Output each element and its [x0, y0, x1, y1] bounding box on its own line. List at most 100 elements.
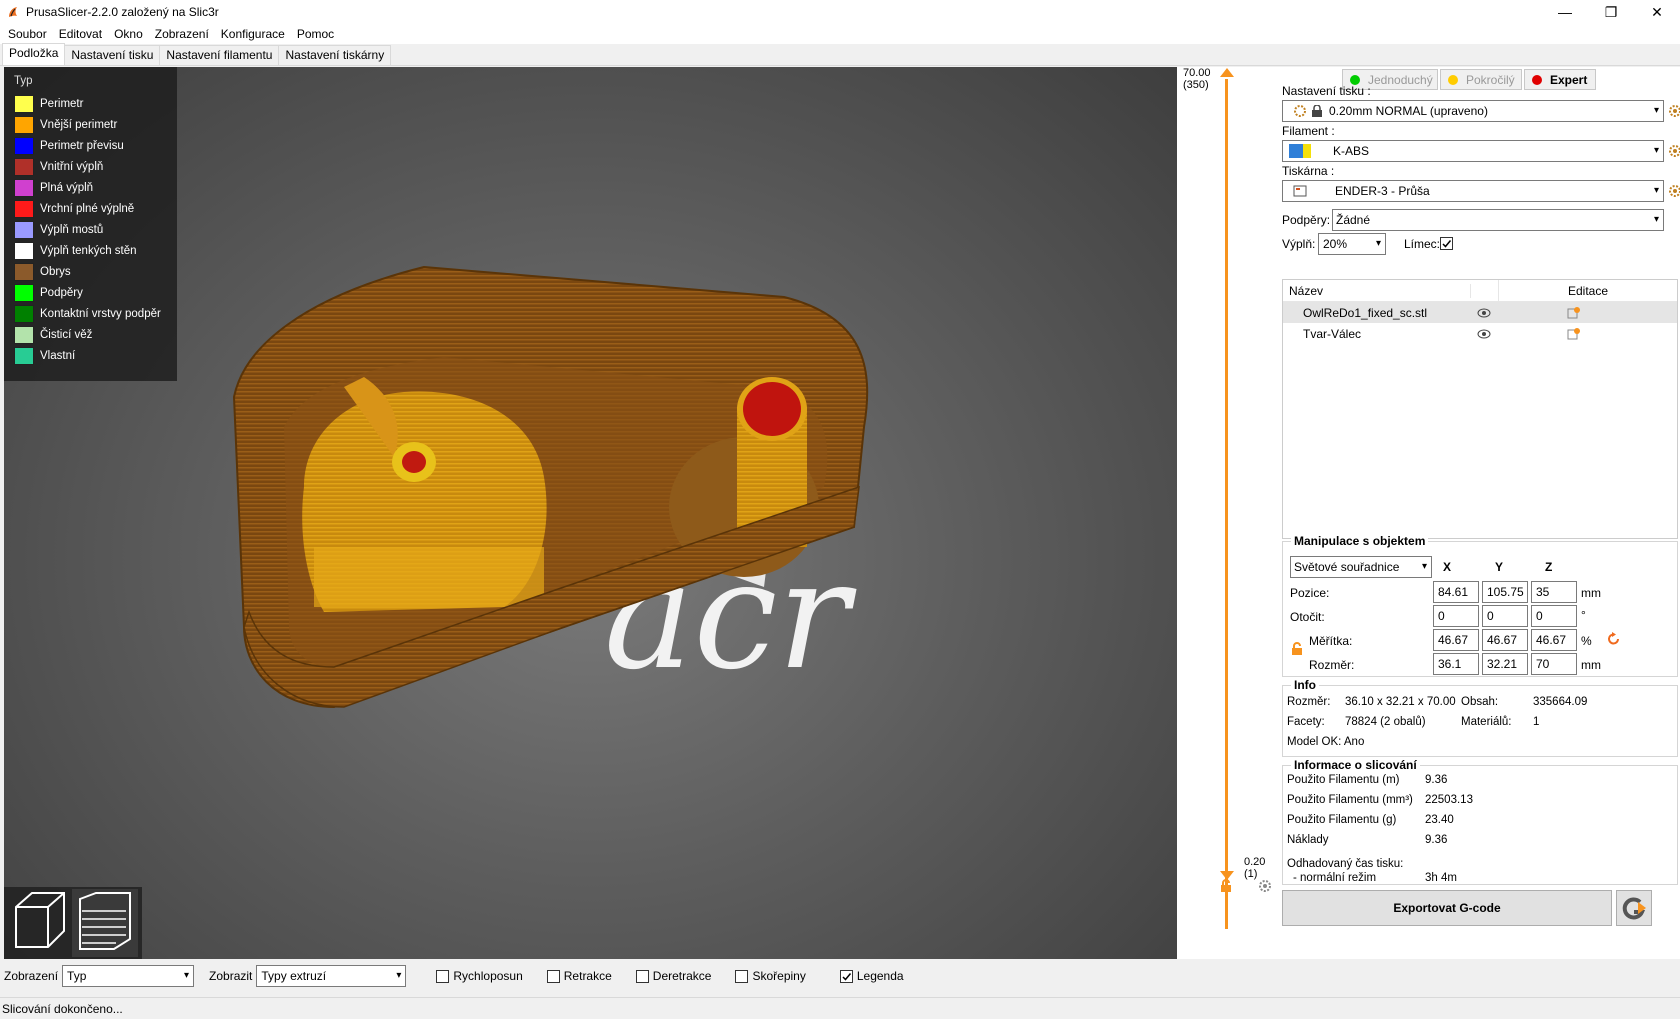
checkbox-rychloposun[interactable]: Rychloposun — [436, 969, 523, 983]
minimize-button[interactable]: — — [1542, 0, 1588, 24]
checkbox-box[interactable] — [436, 969, 450, 983]
object-row[interactable]: Tvar-Válec — [1283, 323, 1677, 344]
position-x-field[interactable]: 84.61 — [1433, 581, 1479, 603]
mode-expert-button[interactable]: Expert — [1524, 69, 1596, 90]
edit-object-icon[interactable] — [1567, 327, 1581, 341]
legend-label: Kontaktní vrstvy podpěr — [40, 307, 161, 320]
brim-checkbox[interactable] — [1440, 237, 1453, 250]
checkbox-deretrakce[interactable]: Deretrakce — [635, 969, 711, 983]
view-type-value: Typ — [67, 969, 87, 983]
infill-label: Výplň: — [1282, 237, 1316, 251]
info-title: Info — [1291, 678, 1319, 692]
scale-z-field[interactable]: 46.67 — [1531, 629, 1577, 651]
3d-view-icon[interactable] — [15, 892, 65, 948]
infill-value: 20% — [1323, 237, 1348, 251]
checkbox-legenda[interactable]: Legenda — [839, 969, 904, 983]
printer-value: ENDER-3 - Průša — [1335, 184, 1430, 198]
size-y-field[interactable]: 32.21 — [1482, 653, 1528, 675]
legend-label: Vnitřní výplň — [40, 160, 104, 173]
column-edit[interactable]: Editace — [1499, 284, 1677, 298]
print-settings-combo[interactable]: 0.20mm NORMAL (upraveno) ▾ — [1282, 100, 1664, 122]
size-label: Rozměr: — [1309, 658, 1355, 672]
slicing-info-group: Informace o slicování Použito Filamentu … — [1282, 758, 1678, 885]
tab-print-settings[interactable]: Nastavení tisku — [64, 45, 161, 65]
size-x-field[interactable]: 36.1 — [1433, 653, 1479, 675]
show-combo[interactable]: Typy extruzí ▾ — [256, 965, 407, 987]
legend-swatch — [14, 304, 34, 323]
size-z-field[interactable]: 70 — [1531, 653, 1577, 675]
send-gcode-button[interactable] — [1616, 890, 1652, 926]
checkbox-skořepiny[interactable]: Skořepiny — [735, 969, 806, 983]
checkbox-retrakce[interactable]: Retrakce — [546, 969, 612, 983]
checkbox-label: Retrakce — [563, 969, 612, 983]
object-list: Název Editace OwlReDo1_fixed_sc.stl Tvar… — [1282, 279, 1678, 539]
object-name: OwlReDo1_fixed_sc.stl — [1303, 305, 1428, 320]
legend-swatch — [14, 220, 34, 239]
mode-simple-label: Jednoduchý — [1368, 72, 1433, 87]
scale-lock-icon[interactable] — [1290, 642, 1304, 656]
menu-konfigurace[interactable]: Konfigurace — [215, 27, 291, 41]
print-settings-edit-gear-icon[interactable] — [1668, 104, 1680, 118]
scale-x-field[interactable]: 46.67 — [1433, 629, 1479, 651]
eye-icon[interactable] — [1477, 308, 1491, 318]
info-group: Info Rozměr: 36.10 x 32.21 x 70.00 Obsah… — [1282, 678, 1678, 757]
filament-combo[interactable]: K-ABS ▾ — [1282, 140, 1664, 162]
mode-advanced-button[interactable]: Pokročilý — [1440, 69, 1522, 90]
export-gcode-button[interactable]: Exportovat G-code — [1282, 890, 1612, 926]
column-name[interactable]: Název — [1283, 283, 1471, 298]
eye-icon[interactable] — [1477, 329, 1491, 339]
tab-podlozka[interactable]: Podložka — [2, 43, 66, 65]
edit-object-icon[interactable] — [1567, 306, 1581, 320]
view-type-label: Zobrazení — [4, 969, 59, 983]
position-z-field[interactable]: 35 — [1531, 581, 1577, 603]
slider-top-value: 70.00 — [1183, 67, 1211, 79]
object-row[interactable]: OwlReDo1_fixed_sc.stl — [1283, 302, 1677, 323]
coordinate-system-combo[interactable]: Světové souřadnice ▾ — [1290, 556, 1432, 578]
legend-item: Vnitřní výplň — [14, 156, 167, 177]
legend-item: Výplň tenkých stěn — [14, 240, 167, 261]
slicing-mode-label: - normální režim — [1293, 872, 1377, 884]
menu-soubor[interactable]: Soubor — [2, 27, 53, 41]
view-type-combo[interactable]: Typ ▾ — [62, 965, 195, 987]
legend-label: Perimetr — [40, 97, 84, 110]
slider-lock-icon[interactable] — [1219, 879, 1233, 893]
mode-advanced-label: Pokročilý — [1466, 72, 1515, 87]
slider-top-thumb-icon[interactable] — [1219, 67, 1235, 81]
size-unit: mm — [1581, 658, 1601, 672]
printer-combo[interactable]: ENDER-3 - Průša ▾ — [1282, 180, 1664, 202]
maximize-button[interactable]: ❐ — [1588, 0, 1634, 24]
checkbox-box[interactable] — [735, 969, 749, 983]
close-button[interactable]: ✕ — [1634, 0, 1680, 24]
rotation-z-field[interactable]: 0 — [1531, 605, 1577, 627]
tab-printer-settings[interactable]: Nastavení tiskárny — [278, 45, 392, 65]
menu-editovat[interactable]: Editovat — [53, 27, 108, 41]
reset-scale-icon[interactable] — [1607, 632, 1621, 646]
menu-pomoc[interactable]: Pomoc — [291, 27, 340, 41]
position-y-field[interactable]: 105.75 — [1482, 581, 1528, 603]
slider-settings-gear-icon[interactable] — [1258, 879, 1272, 893]
checkbox-box[interactable] — [635, 969, 649, 983]
3d-preview-canvas[interactable]: acr Typ Perimetr Vnější perimetr Perimetr … — [4, 67, 1177, 959]
menu-okno[interactable]: Okno — [108, 27, 149, 41]
info-facets-value: 78824 (2 obalů) — [1345, 716, 1426, 728]
printer-edit-gear-icon[interactable] — [1668, 184, 1680, 198]
legend-swatch — [14, 346, 34, 365]
gcode-icon — [1622, 897, 1646, 920]
layers-preview-icon[interactable] — [72, 889, 138, 957]
rotation-x-field[interactable]: 0 — [1433, 605, 1479, 627]
scale-unit: % — [1581, 634, 1592, 648]
filament-edit-gear-icon[interactable] — [1668, 144, 1680, 158]
infill-combo[interactable]: 20% ▾ — [1318, 233, 1386, 255]
scale-y-field[interactable]: 46.67 — [1482, 629, 1528, 651]
supports-combo[interactable]: Žádné ▾ — [1332, 209, 1664, 231]
layer-slider[interactable] — [1225, 79, 1228, 929]
legend-item: Podpěry — [14, 282, 167, 303]
tab-filament-settings[interactable]: Nastavení filamentu — [159, 45, 280, 65]
print-settings-label: Nastavení tisku : — [1282, 84, 1371, 98]
legend-label: Podpěry — [40, 286, 83, 299]
checkbox-box[interactable] — [839, 969, 853, 983]
menu-zobrazeni[interactable]: Zobrazení — [149, 27, 215, 41]
checkbox-box[interactable] — [546, 969, 560, 983]
chevron-down-icon: ▾ — [1653, 145, 1659, 156]
rotation-y-field[interactable]: 0 — [1482, 605, 1528, 627]
